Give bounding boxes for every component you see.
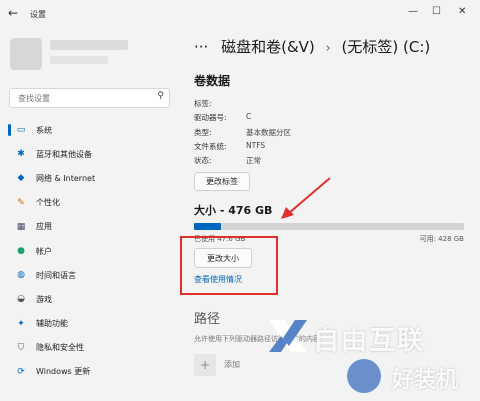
app-title: 设置 bbox=[30, 10, 46, 19]
watermark-text-secondary: 好装机 bbox=[392, 368, 459, 393]
sidebar-item-personalization[interactable]: ✎ 个性化 bbox=[0, 191, 180, 215]
property-value: C bbox=[246, 112, 252, 122]
sidebar-item-label: 网络 & Internet bbox=[36, 173, 96, 183]
page-title: (无标签) (C:) bbox=[341, 38, 431, 56]
sidebar-item-label: 系统 bbox=[36, 125, 52, 135]
path-heading: 路径 bbox=[194, 312, 221, 327]
x-logo-icon bbox=[269, 320, 307, 352]
breadcrumb-parent[interactable]: 磁盘和卷(&V) bbox=[221, 38, 315, 56]
property-row: 标签: bbox=[194, 98, 291, 112]
bluetooth-icon: ✱ bbox=[17, 149, 25, 160]
sidebar: ⚲ ▭ 系统 ✱ 蓝牙和其他设备 ◆ 网络 & Internet ✎ 个性化 ▦… bbox=[0, 28, 180, 401]
chevron-right-icon: › bbox=[325, 41, 331, 56]
size-heading: 大小 - 476 GB bbox=[194, 204, 273, 217]
accessibility-icon: ✦ bbox=[17, 318, 25, 329]
available-space-text: 可用: 428 GB bbox=[419, 235, 464, 243]
globe-clock-icon: ◍ bbox=[17, 270, 25, 281]
maximize-button[interactable]: ☐ bbox=[432, 6, 441, 17]
property-label: 驱动器号: bbox=[194, 113, 227, 123]
sidebar-item-accessibility[interactable]: ✦ 辅助功能 bbox=[0, 312, 180, 336]
minimize-button[interactable]: — bbox=[408, 6, 418, 17]
user-email-blurred bbox=[50, 56, 108, 64]
watermark-logo-secondary: 好装机 bbox=[344, 352, 478, 398]
breadcrumb: ··· 磁盘和卷(&V) › (无标签) (C:) bbox=[194, 36, 430, 57]
property-value: NTFS bbox=[246, 140, 266, 150]
sidebar-item-label: 游戏 bbox=[36, 294, 52, 304]
sidebar-item-label: 个性化 bbox=[36, 198, 60, 208]
wifi-icon: ◆ bbox=[17, 173, 25, 184]
sidebar-item-bluetooth[interactable]: ✱ 蓝牙和其他设备 bbox=[0, 142, 180, 166]
add-path-button[interactable]: 添加 bbox=[224, 359, 240, 370]
gamepad-icon: ◒ bbox=[17, 294, 25, 305]
sidebar-item-label: 时间和语言 bbox=[36, 270, 76, 280]
change-size-button[interactable]: 更改大小 bbox=[194, 248, 252, 268]
property-label: 状态: bbox=[194, 156, 212, 166]
property-row: 文件系统: NTFS bbox=[194, 141, 291, 155]
sidebar-item-network[interactable]: ◆ 网络 & Internet bbox=[0, 166, 180, 190]
sidebar-item-time-language[interactable]: ◍ 时间和语言 bbox=[0, 263, 180, 287]
view-usage-link[interactable]: 查看使用情况 bbox=[194, 274, 242, 285]
sidebar-item-gaming[interactable]: ◒ 游戏 bbox=[0, 287, 180, 311]
watermark-logo: 自由互联 bbox=[265, 316, 443, 356]
change-label-button[interactable]: 更改标签 bbox=[194, 172, 250, 191]
annotation-arrow bbox=[281, 177, 331, 219]
property-value: 正常 bbox=[246, 156, 261, 166]
pen-icon: ✎ bbox=[17, 197, 25, 208]
monitor-icon: ▭ bbox=[16, 125, 26, 136]
title-bar: ← 设置 — ☐ ✕ bbox=[0, 0, 480, 28]
user-name-blurred bbox=[50, 40, 128, 50]
sidebar-item-privacy[interactable]: ⛉ 隐私和安全性 bbox=[0, 336, 180, 360]
breadcrumb-overflow[interactable]: ··· bbox=[194, 38, 208, 56]
volume-properties: 标签: 驱动器号: C 类型: 基本数据分区 文件系统: NTFS 状态: 正常 bbox=[194, 98, 291, 169]
search-icon[interactable]: ⚲ bbox=[157, 91, 164, 101]
search-input[interactable] bbox=[16, 91, 150, 106]
usage-bar bbox=[194, 223, 464, 230]
sidebar-item-system[interactable]: ▭ 系统 bbox=[0, 118, 180, 142]
shield-icon: ⛉ bbox=[17, 342, 25, 353]
sidebar-nav: ▭ 系统 ✱ 蓝牙和其他设备 ◆ 网络 & Internet ✎ 个性化 ▦ 应… bbox=[0, 118, 180, 384]
property-label: 类型: bbox=[194, 127, 212, 137]
sidebar-item-windows-update[interactable]: ⟳ Windows 更新 bbox=[0, 360, 180, 384]
apps-icon: ▦ bbox=[16, 221, 26, 232]
property-row: 驱动器号: C bbox=[194, 112, 291, 126]
property-label: 文件系统: bbox=[194, 141, 227, 151]
property-label: 标签: bbox=[194, 99, 212, 108]
sidebar-item-label: 隐私和安全性 bbox=[36, 343, 84, 353]
update-icon: ⟳ bbox=[17, 366, 25, 377]
sidebar-item-label: 蓝牙和其他设备 bbox=[36, 149, 92, 159]
sidebar-item-label: 应用 bbox=[36, 222, 52, 232]
property-row: 状态: 正常 bbox=[194, 155, 291, 169]
avatar bbox=[10, 38, 42, 70]
close-button[interactable]: ✕ bbox=[458, 6, 466, 17]
account-icon: ● bbox=[17, 246, 25, 257]
property-value: 基本数据分区 bbox=[246, 127, 291, 137]
search-box[interactable]: ⚲ bbox=[9, 88, 170, 108]
sidebar-item-label: 辅助功能 bbox=[36, 319, 68, 329]
sidebar-item-accounts[interactable]: ● 帐户 bbox=[0, 239, 180, 263]
property-row: 类型: 基本数据分区 bbox=[194, 127, 291, 141]
sidebar-item-label: Windows 更新 bbox=[36, 367, 91, 377]
usage-bar-fill bbox=[194, 223, 221, 230]
sidebar-item-label: 帐户 bbox=[36, 246, 52, 256]
sidebar-item-apps[interactable]: ▦ 应用 bbox=[0, 215, 180, 239]
add-icon[interactable]: + bbox=[194, 354, 216, 376]
back-arrow-icon[interactable]: ← bbox=[8, 6, 18, 20]
volume-data-heading: 卷数据 bbox=[194, 74, 231, 88]
watermark-circle-icon bbox=[344, 356, 384, 396]
